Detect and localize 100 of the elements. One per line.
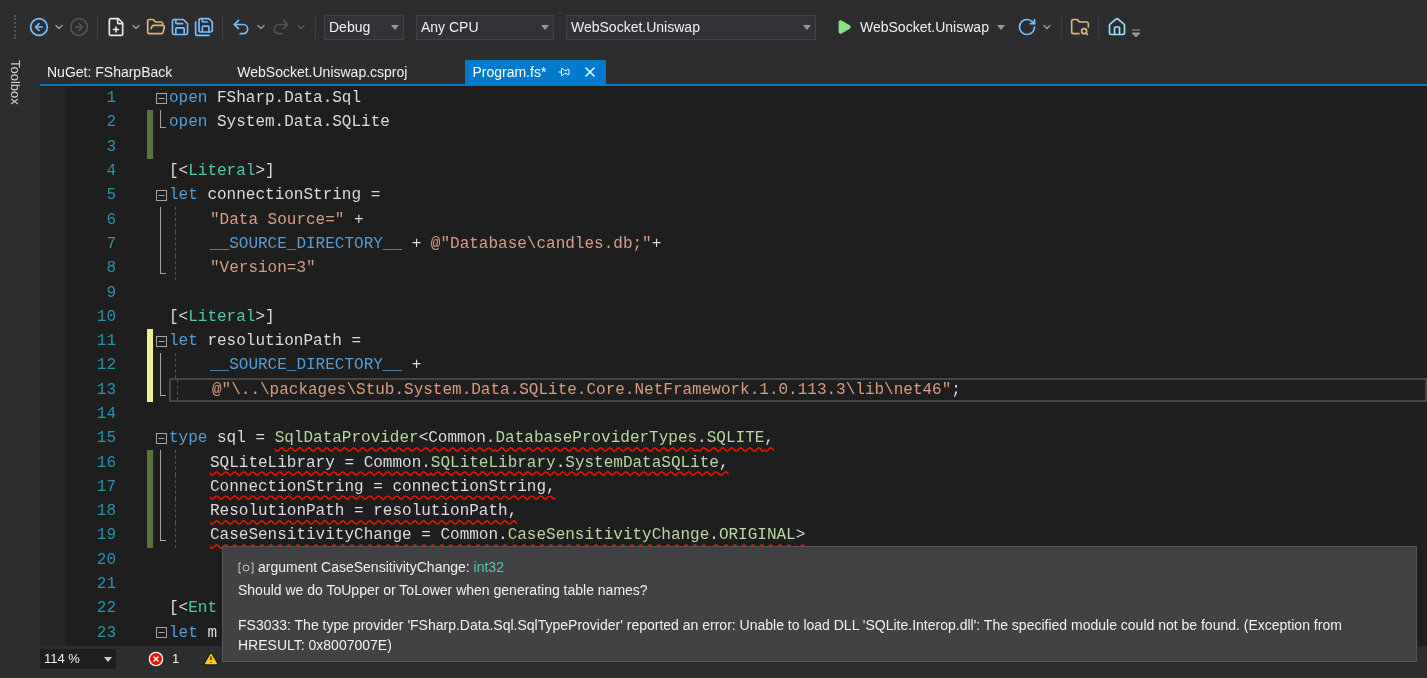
collapse-icon[interactable] xyxy=(155,92,167,104)
code-token: [< xyxy=(169,161,189,183)
code-token: ConnectionString = connectionString, xyxy=(210,476,556,498)
code-token: + xyxy=(410,355,422,377)
code-token: . xyxy=(697,428,707,450)
tooltip-signature: argument CaseSensitivityChange: int32 xyxy=(258,558,504,577)
pin-icon[interactable] xyxy=(558,66,571,78)
code-token: SystemDataSQLite xyxy=(565,452,719,474)
overflow-icon[interactable] xyxy=(1130,29,1141,37)
error-count: 1 xyxy=(172,650,180,669)
line-number: 4 xyxy=(105,161,116,183)
code-token: "Data Source=" xyxy=(210,209,345,231)
document-tab[interactable]: WebSocket.Uniswap.csproj xyxy=(230,60,416,84)
code-token: let xyxy=(169,622,198,644)
code-token: @"Database\candles.db;" xyxy=(430,233,652,255)
line-number: 8 xyxy=(105,258,116,280)
warning-icon[interactable] xyxy=(203,651,220,667)
code-token: . xyxy=(709,525,719,547)
code-token: + xyxy=(353,209,364,231)
line-number: 22 xyxy=(95,598,116,620)
line-number: 15 xyxy=(95,428,116,450)
code-token: > xyxy=(795,525,806,547)
code-token: SQLITE xyxy=(706,428,765,450)
line-number: 17 xyxy=(95,476,116,498)
code-token: + xyxy=(410,233,423,255)
code-token: FSharp.Data.Sql xyxy=(216,88,362,110)
line-number: 19 xyxy=(95,525,116,547)
new-file-icon[interactable] xyxy=(106,17,126,37)
line-number: 5 xyxy=(105,185,116,207)
collapse-icon[interactable] xyxy=(155,432,167,444)
folder-search-icon[interactable] xyxy=(1069,17,1090,37)
code-token: CaseSensitivityChange xyxy=(507,525,710,547)
caret-icon xyxy=(104,656,112,662)
dropdown[interactable]: Any CPU xyxy=(416,14,554,40)
toolbox-tab[interactable]: Toolbox xyxy=(8,60,22,678)
line-number: 16 xyxy=(95,452,116,474)
code-token: let xyxy=(169,331,198,353)
code-token: Literal xyxy=(188,306,256,328)
code-token: type xyxy=(169,428,208,450)
code-token: SQLiteLibrary xyxy=(430,452,556,474)
code-token: , xyxy=(764,428,774,450)
code-token: , xyxy=(718,452,729,474)
undo-icon[interactable] xyxy=(231,17,251,37)
tooltip-description: Should we do ToUpper or ToLower when generating table names? xyxy=(238,581,649,600)
collapse-icon[interactable] xyxy=(155,627,167,639)
code-token: SqlDataProvider xyxy=(274,428,419,450)
code-token: + xyxy=(651,233,662,255)
code-token: Ent xyxy=(188,598,217,620)
code-token: ResolutionPath = resolutionPath, xyxy=(210,501,518,523)
line-number: 14 xyxy=(95,404,116,425)
line-number: 18 xyxy=(95,501,116,523)
collapse-icon[interactable] xyxy=(155,335,167,347)
line-number: 7 xyxy=(105,233,116,255)
code-token: __SOURCE_DIRECTORY__ xyxy=(210,355,403,377)
code-token: @"\..\packages\Stub.System.Data.SQLite.Core.NetFramework.1.0.113.3\lib\net46" xyxy=(212,379,952,401)
caret-icon xyxy=(996,24,1005,30)
home-icon[interactable] xyxy=(1106,17,1127,37)
code-token: DatabaseProviderTypes xyxy=(495,428,698,450)
line-number: 20 xyxy=(95,549,116,571)
code-token: >] xyxy=(255,306,275,328)
code-token: <Common. xyxy=(418,428,496,450)
tooltip-error-message: FS3033: The type provider 'FSharp.Data.Sql.SqlTypeProvider' reported an error: Unable to load DLL 'SQLite.Interop.dll': The specified module could not be found. (Exception from HRESULT: 0x8007007E) xyxy=(238,616,1343,655)
code-token: SQLiteLibrary = Common. xyxy=(210,452,431,474)
error-icon[interactable] xyxy=(148,651,164,667)
line-number: 3 xyxy=(105,136,116,158)
code-token: connectionString = xyxy=(206,185,381,207)
code-token: System.Data.SQLite xyxy=(216,112,390,134)
code-token: resolutionPath = xyxy=(206,331,362,353)
open-folder-icon[interactable] xyxy=(146,17,166,37)
code-token: >] xyxy=(255,161,275,183)
code-token: let xyxy=(169,185,198,207)
code-token: . xyxy=(555,452,566,474)
play-icon xyxy=(836,19,852,35)
refresh-icon[interactable] xyxy=(1016,17,1037,37)
start-button[interactable]: WebSocket.Uniswap xyxy=(832,14,1009,40)
dropdown[interactable]: WebSocket.Uniswap xyxy=(566,14,816,40)
back-icon[interactable] xyxy=(29,17,49,37)
dropdown[interactable]: Debug xyxy=(324,14,404,40)
save-icon[interactable] xyxy=(170,17,190,37)
code-token: "Version=3" xyxy=(210,258,316,280)
caret-icon xyxy=(803,24,811,30)
code-token: CaseSensitivityChange = Common. xyxy=(210,525,508,547)
code-token: Literal xyxy=(188,161,256,183)
line-number: 9 xyxy=(105,282,116,304)
zoom-dropdown[interactable]: 114 % xyxy=(40,649,116,669)
code-token: [< xyxy=(169,306,189,328)
line-number: 1 xyxy=(105,88,116,110)
line-number: 11 xyxy=(95,331,116,353)
line-number: 2 xyxy=(105,112,116,134)
document-tab[interactable]: Program.fs* xyxy=(465,60,607,84)
code-token: sql = xyxy=(216,428,266,450)
code-token: ORIGINAL xyxy=(718,525,796,547)
code-token: [< xyxy=(169,598,189,620)
line-number: 10 xyxy=(95,306,116,328)
save-all-icon[interactable] xyxy=(194,17,214,37)
parameter-icon xyxy=(238,561,254,574)
code-token: __SOURCE_DIRECTORY__ xyxy=(210,233,403,255)
code-token: m xyxy=(206,622,217,644)
document-tab[interactable]: NuGet: FSharpBack xyxy=(40,60,181,84)
collapse-icon[interactable] xyxy=(155,189,167,201)
